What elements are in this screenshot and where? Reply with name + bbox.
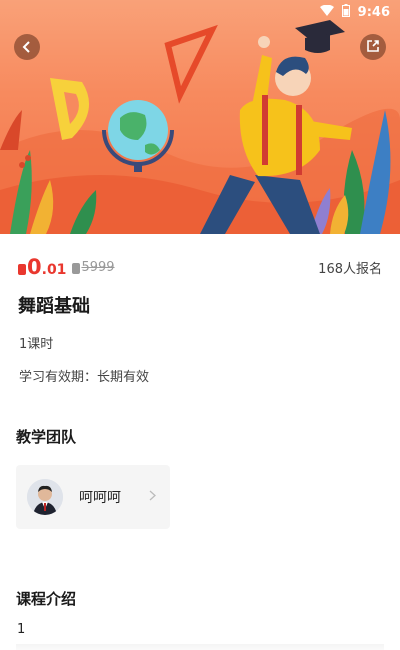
coin-icon [72,262,81,274]
banner-illustration [0,20,400,234]
enrolled-count: 168人报名 [318,261,382,277]
teacher-card[interactable]: 呵呵呵 [16,465,170,529]
current-price-dec: .01 [41,261,67,278]
share-icon [366,38,380,57]
current-price: 0.01 [18,254,67,279]
original-price: 5999 [72,259,115,275]
price-row: 0.01 5999 168人报名 [18,252,382,282]
chevron-left-icon [22,38,32,57]
avatar [27,479,63,515]
back-button[interactable] [14,34,40,60]
chevron-right-icon [149,489,156,505]
team-section-title: 教学团队 [16,428,77,446]
intro-content-divider [16,644,384,650]
status-time: 9:46 [357,4,390,20]
validity-period: 学习有效期：长期有效 [19,370,150,385]
current-price-int: 0 [27,254,42,279]
coin-icon [18,263,26,275]
original-price-value: 5999 [81,259,115,275]
intro-section-title: 课程介绍 [16,590,77,608]
course-title: 舞蹈基础 [18,296,90,317]
course-cover-banner: 9:46 [0,0,400,234]
wifi-icon [319,4,334,20]
battery-icon [341,3,350,21]
share-button[interactable] [360,34,386,60]
status-bar: 9:46 [270,0,400,24]
teacher-name: 呵呵呵 [79,490,121,506]
lesson-count: 1课时 [19,337,54,352]
intro-text: 1 [17,622,26,637]
